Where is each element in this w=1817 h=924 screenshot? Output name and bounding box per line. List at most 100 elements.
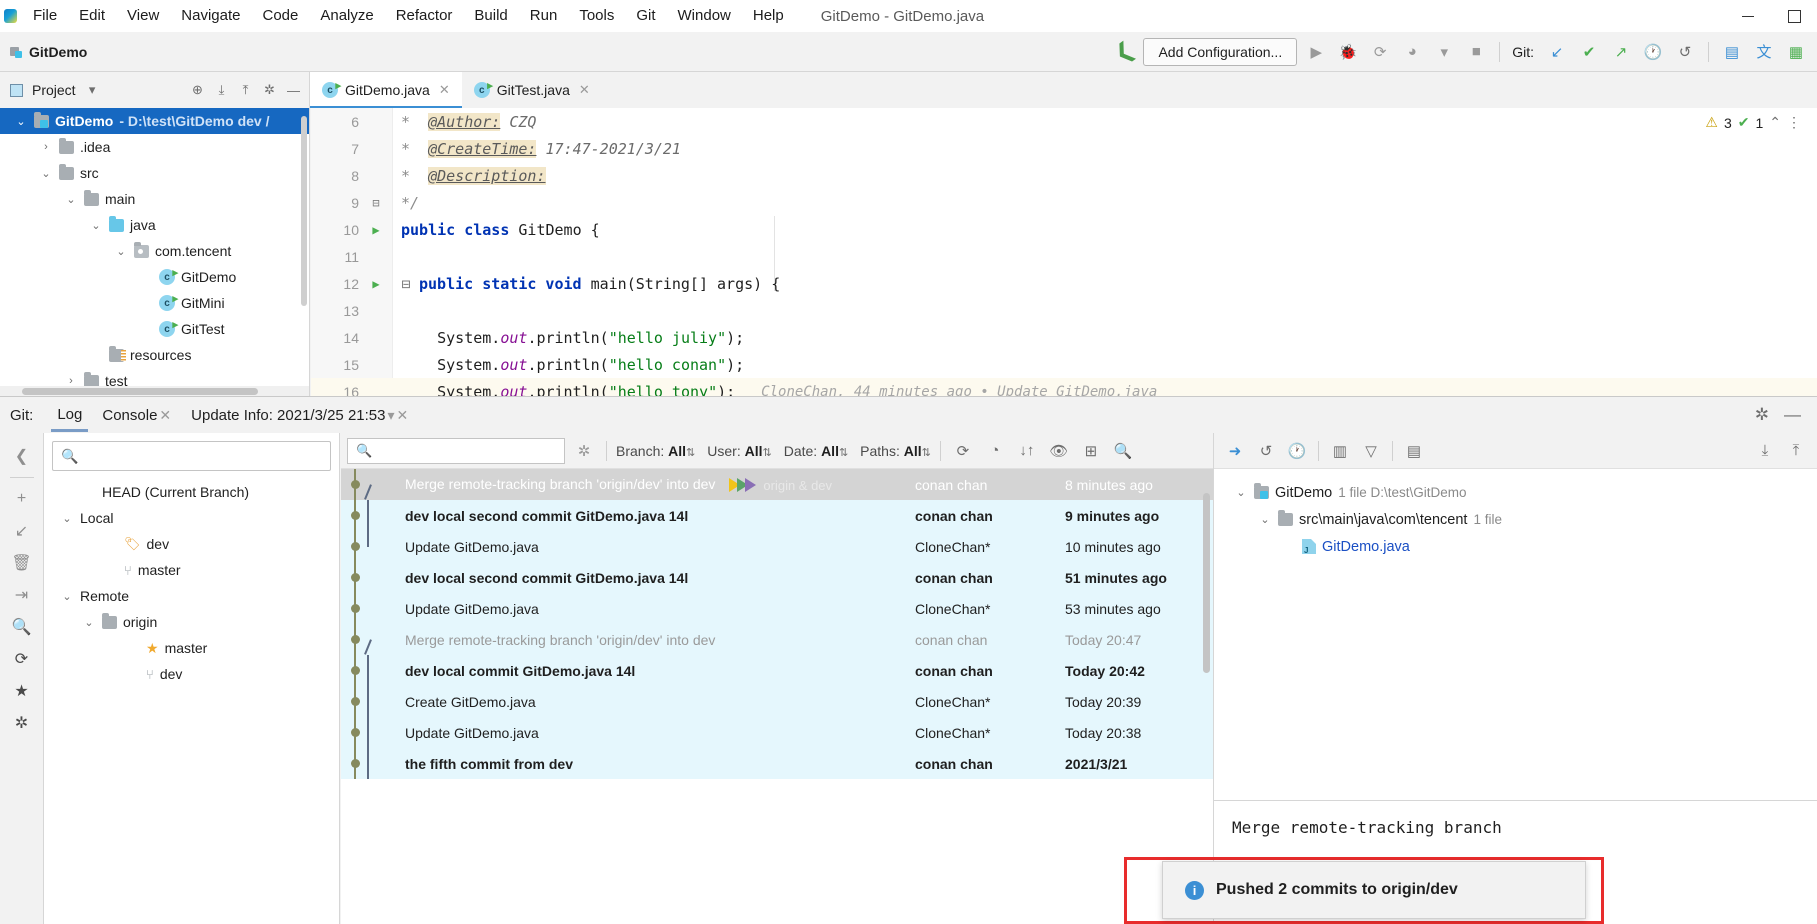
project-tree-node[interactable]: ⌄ src [0,160,309,186]
git-rollback-icon[interactable]: ↺ [1672,39,1698,65]
project-tree-node[interactable]: › .idea [0,134,309,160]
git-commit-icon[interactable]: ✔ [1576,39,1602,65]
branch-tree-node[interactable]: ★ master [44,635,339,661]
changed-file-node[interactable]: ⌄ GitDemo 1 file D:\test\GitDemo [1224,479,1817,506]
git-history-icon[interactable]: 🕐 [1640,39,1666,65]
close-icon[interactable]: ✕ [159,407,171,423]
collapse-all-icon[interactable]: ⇥ [7,580,37,610]
debug-icon[interactable]: 🐞 [1335,39,1361,65]
project-tree-node[interactable]: cGitDemo [0,264,309,290]
editor-tab-gittest-java[interactable]: cGitTest.java ✕ [462,72,602,108]
log-settings-gear-icon[interactable]: ✲ [571,438,597,464]
commit-list[interactable]: Merge remote-tracking branch 'origin/dev… [341,469,1213,924]
collapse-all-icon[interactable]: ⤒ [1783,438,1809,464]
collapse-left-icon[interactable]: ❮ [7,441,37,471]
log-search-box[interactable]: 🔍 [347,437,565,464]
sort-icon[interactable]: ↓↑ [1014,438,1040,464]
editor-tab-gitdemo-java[interactable]: cGitDemo.java ✕ [310,72,462,108]
git-tab-console[interactable]: Console ✕ [92,398,181,432]
maximize-button[interactable] [1771,0,1817,32]
close-icon[interactable]: ✕ [579,82,590,98]
database-icon[interactable]: ▦ [1783,39,1809,65]
chevron-down-icon[interactable]: ⌄ [39,167,53,180]
run-method-gutter-icon[interactable]: ▶ [359,277,393,291]
run-coverage-icon[interactable]: ⟳ [1367,39,1393,65]
branch-search-input[interactable] [85,448,322,464]
show-details-icon[interactable]: 👁 [1046,438,1072,464]
chevron-down-icon[interactable]: ▾ [387,407,394,423]
expand-all-icon[interactable]: ⤓ [1752,438,1778,464]
menu-item-build[interactable]: Build [463,0,518,32]
hide-panel-icon[interactable]: — [286,83,301,98]
git-tab-update-info[interactable]: Update Info: 2021/3/25 21:53 ▾ ✕ [181,398,418,432]
project-tree-node[interactable]: cGitTest [0,316,309,342]
chevron-up-icon[interactable]: ⌃ [1769,114,1781,131]
navigate-back-icon[interactable]: ❮ [1109,36,1139,68]
menu-item-edit[interactable]: Edit [68,0,116,32]
branch-tree-node[interactable]: ⑂ dev [44,661,339,687]
jump-to-source-icon[interactable]: ➜ [1222,438,1248,464]
changed-file-node[interactable]: GitDemo.java [1224,533,1817,560]
commit-row[interactable]: dev local second commit GitDemo.java 14l… [341,500,1213,531]
chevron-down-icon[interactable]: ⌄ [1234,486,1248,499]
changed-files-tree[interactable]: ⌄ GitDemo 1 file D:\test\GitDemo ⌄ src\main\… [1214,469,1817,560]
settings-icon[interactable]: ✲ [7,708,37,738]
chevron-down-icon[interactable]: ⌄ [89,219,103,232]
code-editor[interactable]: 6 * @Author: CZQ 7 * @CreateTime: 17:47-… [311,108,1817,396]
fetch-icon[interactable]: ↙ [7,516,37,546]
git-push-icon[interactable]: ↗ [1608,39,1634,65]
revert-icon[interactable]: ↺ [1253,438,1279,464]
chevron-down-icon[interactable]: ⌄ [1258,513,1272,526]
settings-gear-icon[interactable]: ✲ [262,82,277,98]
collapse-all-icon[interactable]: ⤒ [238,82,253,98]
commit-row[interactable]: Update GitDemo.java CloneChan* 10 minutes … [341,531,1213,562]
more-icon[interactable]: ⋮ [1787,114,1801,131]
commit-row[interactable]: dev local second commit GitDemo.java 14l… [341,562,1213,593]
git-tab-log[interactable]: Log [47,398,92,432]
commit-list-scrollbar[interactable] [1203,493,1210,673]
chevron-down-icon[interactable]: ⌄ [60,512,74,525]
menu-item-view[interactable]: View [116,0,170,32]
fold-marker-icon[interactable]: ⊟ [393,275,419,293]
project-tree-node[interactable]: ⌄ main [0,186,309,212]
locate-file-icon[interactable]: ⊕ [190,82,205,98]
chevron-down-icon[interactable]: ⌄ [60,590,74,603]
profile-icon[interactable]: ◕ [1399,39,1425,65]
project-tree-node[interactable]: ⌄ com.tencent [0,238,309,264]
view-options-icon[interactable]: ▤ [1401,438,1427,464]
log-search-input[interactable] [379,443,556,458]
menu-item-navigate[interactable]: Navigate [170,0,251,32]
history-icon[interactable]: 🕐 [1284,438,1310,464]
git-settings-gear-icon[interactable]: ✲ [1755,405,1769,425]
log-filter-date[interactable]: Date: All⇅ [784,443,848,459]
notification-popup[interactable]: i Pushed 2 commits to origin/dev [1162,861,1586,919]
run-icon[interactable]: ▶ [1303,39,1329,65]
close-icon[interactable]: ✕ [439,82,450,98]
minimize-button[interactable] [1725,0,1771,32]
add-icon[interactable]: + [7,484,37,514]
chevron-down-icon[interactable]: ▾ [85,82,100,98]
chevron-down-icon[interactable]: ⌄ [64,193,78,206]
project-tree-node[interactable]: ⌄ GitDemo - D:\test\GitDemo dev / [0,108,309,134]
menu-item-git[interactable]: Git [625,0,666,32]
git-branches-panel[interactable]: 🔍 HEAD (Current Branch) ⌄ Local 🏷 dev ⑂ master… [44,433,340,924]
branch-tree-node[interactable]: HEAD (Current Branch) [44,479,339,505]
project-tree-hscrollbar[interactable] [0,386,309,396]
add-configuration-button[interactable]: Add Configuration... [1143,37,1298,66]
stop-icon[interactable]: ■ [1463,39,1489,65]
commit-row[interactable]: dev local commit GitDemo.java 14l conan c… [341,655,1213,686]
branch-tree-node[interactable]: ⌄ origin [44,609,339,635]
run-class-gutter-icon[interactable]: ▶ [359,223,393,237]
project-tree-node[interactable]: cGitMini [0,290,309,316]
log-filter-branch[interactable]: Branch: All⇅ [616,443,695,459]
menu-item-run[interactable]: Run [519,0,569,32]
translate-icon[interactable]: 文 [1751,39,1777,65]
chevron-down-icon[interactable]: ⌄ [14,115,28,128]
project-tree-panel[interactable]: ⌄ GitDemo - D:\test\GitDemo dev / › .idea ⌄ sr… [0,108,310,396]
menu-item-window[interactable]: Window [667,0,742,32]
project-tree-node[interactable]: ⌄ java [0,212,309,238]
commit-row[interactable]: Merge remote-tracking branch 'origin/dev… [341,469,1213,500]
close-icon[interactable]: ✕ [397,407,409,423]
menu-item-refactor[interactable]: Refactor [385,0,464,32]
project-tree-scrollbar[interactable] [301,116,307,306]
